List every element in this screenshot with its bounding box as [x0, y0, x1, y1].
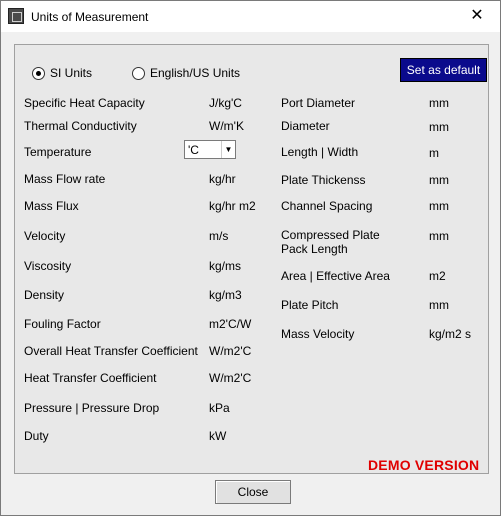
- temperature-unit-dropdown[interactable]: 'C ▼: [184, 140, 236, 159]
- unit-velocity: m/s: [209, 229, 229, 243]
- temperature-unit-value: 'C: [188, 142, 199, 157]
- unit-fouling-factor: m2'C/W: [209, 317, 252, 331]
- label-specific-heat-capacity: Specific Heat Capacity: [24, 96, 145, 110]
- unit-length-width: m: [429, 146, 439, 160]
- unit-heat-transfer-coefficient: W/m2'C: [209, 371, 252, 385]
- unit-mass-flux: kg/hr m2: [209, 199, 256, 213]
- unit-duty: kW: [209, 429, 227, 443]
- label-mass-velocity: Mass Velocity: [281, 327, 355, 341]
- unit-mass-velocity: kg/m2 s: [429, 327, 472, 341]
- unit-channel-spacing: mm: [429, 199, 449, 213]
- label-thermal-conductivity: Thermal Conductivity: [24, 119, 137, 133]
- unit-diameter: mm: [429, 120, 449, 134]
- close-button[interactable]: Close: [215, 480, 291, 504]
- label-compressed-plate-pack-length: Compressed Plate Pack Length: [281, 228, 380, 256]
- label-viscosity: Viscosity: [24, 259, 72, 273]
- demo-version-label: DEMO VERSION: [368, 457, 480, 473]
- label-diameter: Diameter: [281, 119, 330, 133]
- unit-compressed-plate-pack-length: mm: [429, 229, 449, 243]
- label-overall-heat-transfer-coefficient: Overall Heat Transfer Coefficient: [24, 344, 198, 358]
- unit-density: kg/m3: [209, 288, 242, 302]
- window-close-icon[interactable]: ✕: [454, 1, 500, 32]
- english-units-radio-circle[interactable]: [132, 66, 145, 80]
- units-window: Units of Measurement ✕ SI Units English/…: [0, 0, 501, 516]
- label-mass-flux: Mass Flux: [24, 199, 79, 213]
- si-units-label: SI Units: [50, 66, 93, 80]
- label-port-diameter: Port Diameter: [281, 96, 356, 110]
- label-temperature: Temperature: [24, 145, 92, 159]
- si-units-radio[interactable]: SI Units: [32, 66, 92, 80]
- window-title: Units of Measurement: [31, 10, 149, 24]
- title-bar: Units of Measurement ✕: [1, 1, 500, 32]
- unit-area-effective-area: m2: [429, 269, 446, 283]
- label-length-width: Length | Width: [281, 145, 359, 159]
- unit-mass-flow-rate: kg/hr: [209, 172, 236, 186]
- set-as-default-button[interactable]: Set as default: [400, 58, 487, 82]
- label-heat-transfer-coefficient: Heat Transfer Coefficient: [24, 371, 157, 385]
- unit-overall-heat-transfer-coefficient: W/m2'C: [209, 344, 252, 358]
- english-units-label: English/US Units: [150, 66, 241, 80]
- english-units-radio[interactable]: English/US Units: [132, 66, 240, 80]
- label-velocity: Velocity: [24, 229, 66, 243]
- unit-thermal-conductivity: W/m'K: [209, 119, 244, 133]
- si-units-radio-circle[interactable]: [32, 66, 45, 80]
- unit-specific-heat-capacity: J/kg'C: [209, 96, 242, 110]
- units-panel: SI Units English/US Units Set as default…: [14, 44, 489, 474]
- label-area-effective-area: Area | Effective Area: [281, 269, 390, 283]
- label-fouling-factor: Fouling Factor: [24, 317, 101, 331]
- unit-plate-pitch: mm: [429, 298, 449, 312]
- label-channel-spacing: Channel Spacing: [281, 199, 373, 213]
- unit-viscosity: kg/ms: [209, 259, 242, 273]
- chevron-down-icon[interactable]: ▼: [221, 141, 235, 158]
- label-mass-flow-rate: Mass Flow rate: [24, 172, 106, 186]
- label-duty: Duty: [24, 429, 49, 443]
- label-plate-pitch: Plate Pitch: [281, 298, 339, 312]
- unit-port-diameter: mm: [429, 96, 449, 110]
- label-plate-thickness: Plate Thickenss: [281, 173, 366, 187]
- label-density: Density: [24, 288, 65, 302]
- unit-plate-thickness: mm: [429, 173, 449, 187]
- label-pressure-drop: Pressure | Pressure Drop: [24, 401, 160, 415]
- unit-pressure-drop: kPa: [209, 401, 230, 415]
- app-icon: [8, 8, 24, 24]
